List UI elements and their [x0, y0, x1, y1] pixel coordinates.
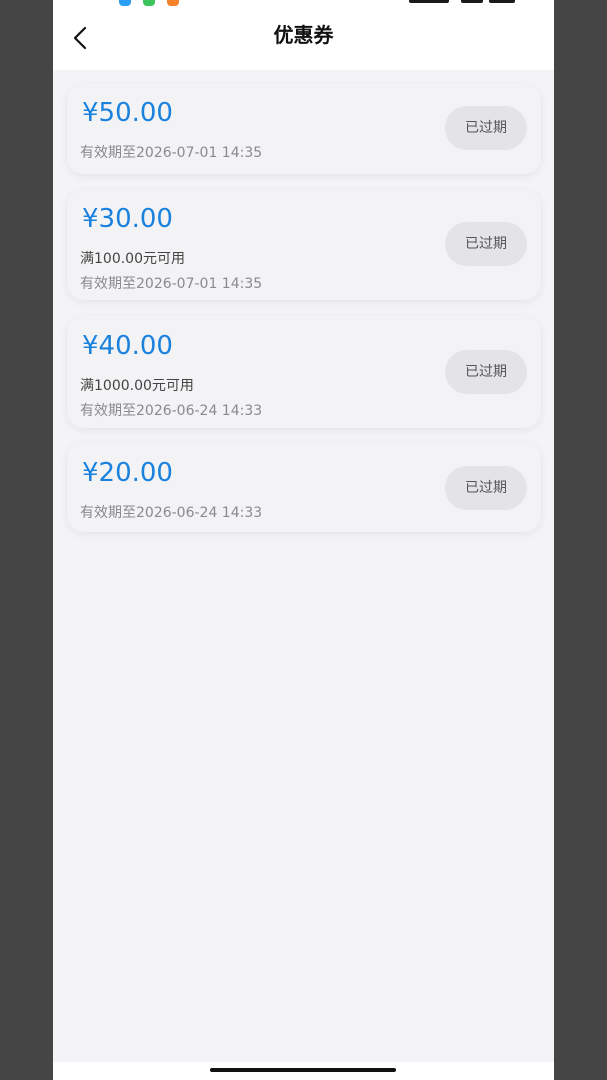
coupon-expiry: 有效期至2026-07-01 14:35: [80, 145, 263, 161]
coupon-expiry: 有效期至2026-06-24 14:33: [80, 403, 263, 419]
coupon-card: ¥40.00 满1000.00元可用 有效期至2026-06-24 14:33 …: [67, 316, 541, 428]
coupon-amount: ¥40.00: [82, 331, 173, 361]
expired-status-button[interactable]: 已过期: [445, 350, 527, 394]
coupon-card: ¥20.00 有效期至2026-06-24 14:33 已过期: [67, 442, 541, 532]
coupon-card: ¥50.00 有效期至2026-07-01 14:35 已过期: [67, 84, 541, 174]
coupon-amount: ¥50.00: [82, 98, 173, 128]
phone-screen: 优惠券 ¥50.00 有效期至2026-07-01 14:35 已过期 ¥30.…: [53, 0, 554, 1080]
coupon-card: ¥30.00 满100.00元可用 有效期至2026-07-01 14:35 已…: [67, 190, 541, 300]
coupon-expiry: 有效期至2026-07-01 14:35: [80, 276, 263, 292]
back-button[interactable]: [63, 20, 99, 56]
page-title: 优惠券: [273, 23, 334, 47]
home-indicator[interactable]: [210, 1068, 396, 1072]
coupon-expiry: 有效期至2026-06-24 14:33: [80, 505, 263, 521]
expired-status-button[interactable]: 已过期: [445, 222, 527, 266]
home-indicator-area: [53, 1062, 554, 1080]
navigation-bar: 优惠券: [53, 6, 554, 70]
expired-status-button[interactable]: 已过期: [445, 466, 527, 510]
coupon-amount: ¥20.00: [82, 458, 173, 488]
coupon-amount: ¥30.00: [82, 204, 173, 234]
expired-status-button[interactable]: 已过期: [445, 106, 527, 150]
chevron-left-icon: [73, 26, 87, 50]
coupon-condition: 满1000.00元可用: [80, 378, 194, 394]
coupon-condition: 满100.00元可用: [80, 251, 185, 267]
